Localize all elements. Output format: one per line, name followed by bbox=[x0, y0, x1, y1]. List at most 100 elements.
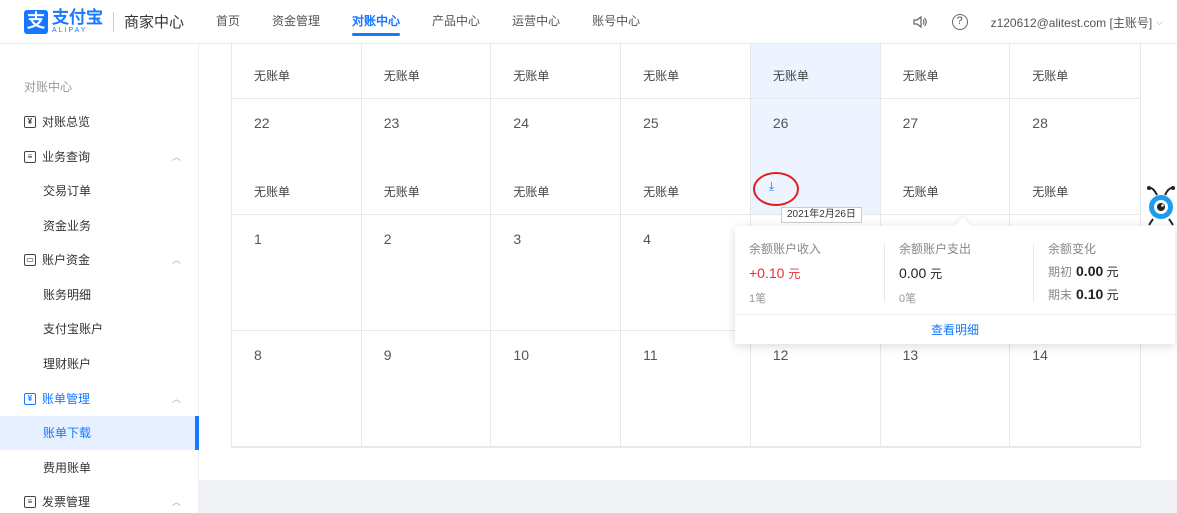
sidebar-item-wealth-account[interactable]: 理财账户 bbox=[0, 347, 199, 381]
sidebar-item-invoice-management[interactable]: ≡ 发票管理 ︿ bbox=[0, 485, 199, 513]
date-tooltip: 2021年2月26日 bbox=[781, 207, 862, 223]
logo-en-text: ALIPAY bbox=[52, 26, 88, 34]
calendar-cell[interactable]: 无账单 bbox=[232, 44, 362, 99]
merchant-center-title: 商家中心 bbox=[124, 14, 185, 31]
day-number: 11 bbox=[643, 347, 658, 363]
chevron-up-icon: ︿ bbox=[171, 152, 181, 162]
calendar-day-2[interactable]: 2 bbox=[361, 215, 492, 331]
view-details-link[interactable]: 查看明细 bbox=[735, 314, 1175, 344]
income-value: +0.10 元 bbox=[749, 265, 801, 281]
expense-section: 余额账户支出 0.00 元 0笔 bbox=[899, 240, 971, 306]
alipay-logo-icon: 支 bbox=[24, 9, 48, 34]
nav-reconciliation[interactable]: 对账中心 bbox=[352, 0, 401, 44]
expense-value: 0.00 元 bbox=[899, 265, 943, 281]
bill-status: 无账单 bbox=[772, 69, 809, 83]
calendar-cell[interactable]: 无账单 bbox=[750, 44, 881, 99]
day-number: 24 bbox=[513, 115, 529, 131]
day-number: 3 bbox=[513, 231, 522, 247]
calendar-day-27[interactable]: 27 无账单 bbox=[880, 99, 1011, 215]
nav-account[interactable]: 账号中心 bbox=[592, 0, 640, 44]
calendar-day-13[interactable]: 13 bbox=[880, 331, 1011, 447]
sidebar-item-fund-business[interactable]: 资金业务 bbox=[0, 209, 199, 243]
income-section: 余额账户收入 +0.10 元 1笔 bbox=[749, 240, 821, 306]
day-number: 23 bbox=[383, 115, 400, 131]
account-menu[interactable]: z120612@alitest.com [主账号] ⌵ bbox=[991, 14, 1163, 31]
calendar-day-10[interactable]: 10 bbox=[491, 331, 622, 447]
sidebar-item-bill-management[interactable]: ¥ 账单管理 ︿ bbox=[0, 382, 199, 416]
calendar-day-22[interactable]: 22 无账单 bbox=[232, 99, 362, 215]
income-label: 余额账户收入 bbox=[749, 242, 822, 256]
calendar-day-14[interactable]: 14 bbox=[1010, 331, 1140, 447]
sidebar: 对账中心 ¥ 对账总览 ≡ 业务查询 ︿ 交易订单 资金业务 ▭ 账户资金 ︿ 账务明… bbox=[0, 44, 199, 513]
alipay-logo[interactable]: 支 支付宝 ALIPAY 商家中心 bbox=[24, 7, 204, 35]
calendar-day-3[interactable]: 3 bbox=[491, 215, 622, 331]
chevron-up-icon: ︿ bbox=[171, 255, 181, 265]
logo-cn-text: 支付宝 bbox=[52, 7, 103, 27]
chevron-up-icon: ︿ bbox=[171, 394, 181, 404]
calendar-day-4[interactable]: 4 bbox=[621, 215, 751, 331]
bill-status: 无账单 bbox=[643, 185, 680, 199]
calendar-cell[interactable]: 无账单 bbox=[880, 44, 1011, 99]
chevron-down-icon: ⌵ bbox=[1156, 16, 1163, 27]
calendar-day-1[interactable]: 1 bbox=[232, 215, 362, 331]
day-number: 14 bbox=[1032, 347, 1048, 363]
bill-status: 无账单 bbox=[383, 69, 420, 83]
calendar-cell[interactable]: 无账单 bbox=[1010, 44, 1140, 99]
day-number: 10 bbox=[513, 347, 529, 363]
speaker-icon[interactable] bbox=[911, 13, 929, 31]
sidebar-item-business-query[interactable]: ≡ 业务查询 ︿ bbox=[0, 140, 199, 174]
calendar-day-28[interactable]: 28 无账单 bbox=[1010, 99, 1140, 215]
sidebar-item-alipay-account[interactable]: 支付宝账户 bbox=[0, 312, 199, 346]
sidebar-item-account-funds[interactable]: ▭ 账户资金 ︿ bbox=[0, 243, 199, 277]
calendar-day-11[interactable]: 11 bbox=[621, 331, 751, 447]
calendar-cell[interactable]: 无账单 bbox=[621, 44, 751, 99]
day-number: 22 bbox=[254, 115, 270, 131]
nav-home[interactable]: 首页 bbox=[216, 0, 240, 44]
nav-products[interactable]: 产品中心 bbox=[432, 0, 480, 44]
calendar-cell[interactable]: 无账单 bbox=[361, 44, 492, 99]
sidebar-item-fee-bill[interactable]: 费用账单 bbox=[0, 451, 199, 485]
sidebar-title: 对账中心 bbox=[24, 80, 73, 94]
calendar-day-12[interactable]: 12 bbox=[750, 331, 881, 447]
bill-status: 无账单 bbox=[1032, 185, 1069, 199]
day-number: 27 bbox=[902, 115, 919, 131]
calendar-day-9[interactable]: 9 bbox=[361, 331, 492, 447]
calendar-day-25[interactable]: 25 无账单 bbox=[621, 99, 751, 215]
chevron-up-icon: ︿ bbox=[171, 497, 181, 507]
bill-icon: ¥ bbox=[24, 393, 36, 405]
bill-status: 无账单 bbox=[643, 69, 680, 83]
nav-operations[interactable]: 运营中心 bbox=[512, 0, 560, 44]
bill-status: 无账单 bbox=[513, 185, 550, 199]
sidebar-item-bill-download[interactable]: 账单下载 bbox=[0, 416, 199, 450]
main-nav: 首页 资金管理 对账中心 产品中心 运营中心 账号中心 bbox=[216, 0, 672, 44]
help-icon[interactable]: ? bbox=[951, 13, 969, 31]
calendar-day-24[interactable]: 24 无账单 bbox=[491, 99, 622, 215]
calendar-day-23[interactable]: 23 无账单 bbox=[361, 99, 492, 215]
bill-status: 无账单 bbox=[383, 185, 420, 199]
sidebar-item-ledger-detail[interactable]: 账务明细 bbox=[0, 278, 199, 312]
day-number: 1 bbox=[254, 231, 262, 247]
sidebar-item-trade-orders[interactable]: 交易订单 bbox=[0, 174, 199, 208]
ant-mascot-icon[interactable] bbox=[1143, 185, 1177, 227]
change-label: 余额变化 bbox=[1048, 242, 1097, 256]
sidebar-item-overview[interactable]: ¥ 对账总览 bbox=[0, 105, 199, 139]
expense-count: 0笔 bbox=[899, 293, 917, 305]
reconcile-icon: ¥ bbox=[24, 116, 36, 128]
bill-status: 无账单 bbox=[1032, 69, 1069, 83]
day-number: 26 bbox=[772, 115, 789, 131]
balance-change-section: 余额变化 期初 0.00 元 期末 0.10 元 bbox=[1048, 240, 1119, 303]
wallet-icon: ▭ bbox=[24, 254, 36, 266]
calendar-day-8[interactable]: 8 bbox=[232, 331, 362, 447]
calendar-cell[interactable]: 无账单 bbox=[491, 44, 622, 99]
day-number: 4 bbox=[643, 231, 651, 247]
day-number: 2 bbox=[383, 231, 392, 247]
bill-status: 无账单 bbox=[513, 69, 550, 83]
nav-funds[interactable]: 资金管理 bbox=[272, 0, 320, 44]
day-number: 8 bbox=[254, 347, 262, 363]
day-number: 25 bbox=[643, 115, 659, 131]
day-number: 13 bbox=[902, 347, 919, 363]
bill-status: 无账单 bbox=[902, 69, 939, 83]
logo-divider bbox=[113, 11, 114, 32]
closing-balance: 期末 0.10 元 bbox=[1048, 286, 1119, 302]
divider bbox=[884, 244, 885, 302]
